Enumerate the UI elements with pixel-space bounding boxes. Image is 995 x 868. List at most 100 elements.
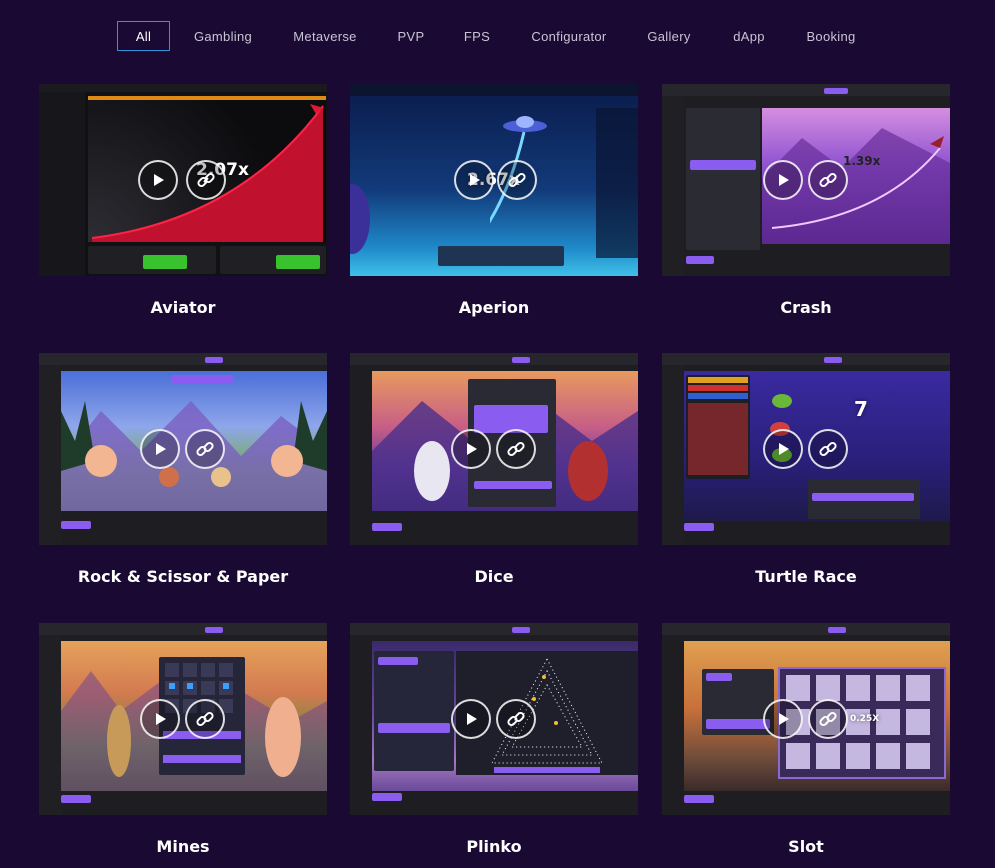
link-icon — [819, 172, 837, 188]
planet — [350, 184, 370, 254]
bet-button[interactable] — [690, 160, 756, 170]
tab-bet[interactable] — [684, 523, 714, 531]
open-link-button[interactable] — [808, 429, 848, 469]
filter-tab-all[interactable]: All — [117, 21, 170, 51]
round-banner — [171, 375, 233, 383]
filter-tab-configurator[interactable]: Configurator — [525, 21, 613, 51]
filter-tab-booking[interactable]: Booking — [801, 21, 861, 51]
header-button[interactable] — [512, 627, 530, 633]
app-sidebar — [39, 635, 61, 815]
tab-bet[interactable] — [686, 256, 714, 264]
link-icon — [196, 441, 214, 457]
game-thumbnail[interactable] — [350, 623, 638, 815]
header-button[interactable] — [205, 627, 223, 633]
mode-tab[interactable] — [378, 657, 418, 665]
header-button[interactable] — [512, 357, 530, 363]
open-link-button[interactable] — [808, 699, 848, 739]
roll-button[interactable] — [474, 481, 552, 489]
open-link-button[interactable] — [496, 699, 536, 739]
game-thumbnail[interactable] — [350, 353, 638, 545]
game-title: Plinko — [466, 837, 522, 856]
game-title: Dice — [474, 567, 514, 586]
play-button[interactable] — [763, 429, 803, 469]
app-header — [350, 623, 638, 635]
link-icon — [507, 711, 525, 727]
game-thumbnail[interactable]: 2.07x — [39, 84, 327, 276]
play-button[interactable] — [763, 699, 803, 739]
open-link-button[interactable] — [808, 160, 848, 200]
open-link-button[interactable] — [186, 160, 226, 200]
tab-bet[interactable] — [372, 523, 402, 531]
filter-tab-pvp[interactable]: PVP — [390, 21, 432, 51]
multiplier-readout: 1.39x — [843, 154, 881, 168]
mode-tab[interactable] — [706, 673, 732, 681]
win-multiplier: 0.25X — [850, 714, 880, 724]
app-sidebar — [39, 92, 85, 276]
game-thumbnail[interactable] — [39, 623, 327, 815]
game-card-aperion: 2.67x Aperion — [350, 84, 638, 317]
filter-tab-gambling[interactable]: Gambling — [188, 21, 258, 51]
play-button[interactable] — [138, 160, 178, 200]
bet-form-panel — [686, 108, 760, 250]
header-button[interactable] — [824, 357, 842, 363]
filter-tab-metaverse[interactable]: Metaverse — [287, 21, 363, 51]
play-button[interactable] — [763, 160, 803, 200]
race-grid — [686, 375, 750, 479]
play-button[interactable] — [140, 429, 180, 469]
header-button[interactable] — [824, 88, 848, 94]
play-icon — [779, 443, 789, 455]
open-link-button[interactable] — [497, 160, 537, 200]
play-icon — [156, 713, 166, 725]
bet-panel-left — [438, 246, 502, 266]
game-thumbnail[interactable]: 7 — [662, 353, 950, 545]
place-bet-button[interactable] — [812, 493, 914, 501]
bet-button-right[interactable] — [276, 255, 320, 269]
app-sidebar — [39, 365, 61, 545]
game-title: Turtle Race — [755, 567, 857, 586]
link-icon — [196, 711, 214, 727]
play-icon — [779, 713, 789, 725]
game-card-crash: 1.39x Crash — [662, 84, 950, 317]
filter-tab-gallery[interactable]: Gallery — [641, 21, 697, 51]
link-icon — [819, 711, 837, 727]
header-button[interactable] — [205, 357, 223, 363]
game-thumbnail[interactable] — [39, 353, 327, 545]
play-button[interactable] — [140, 699, 180, 739]
tab-bet[interactable] — [61, 795, 91, 803]
play-button[interactable] — [454, 160, 494, 200]
game-card-turtle-race: 7 Turtle Race — [662, 353, 950, 586]
play-button[interactable] — [451, 699, 491, 739]
open-link-button[interactable] — [496, 429, 536, 469]
play-icon — [470, 174, 480, 186]
game-thumbnail[interactable]: 2.67x — [350, 84, 638, 276]
app-header — [350, 353, 638, 365]
game-title: Aperion — [458, 298, 530, 317]
app-header — [662, 84, 950, 96]
game-thumbnail[interactable]: 1.39x — [662, 84, 950, 276]
tab-bet[interactable] — [684, 795, 714, 803]
header-button[interactable] — [828, 627, 846, 633]
tab-bet[interactable] — [372, 793, 402, 801]
play-button[interactable] — [451, 429, 491, 469]
play-icon — [467, 713, 477, 725]
play-icon — [779, 174, 789, 186]
filter-tab-dapp[interactable]: dApp — [726, 21, 772, 51]
open-link-button[interactable] — [185, 699, 225, 739]
race-countdown: 7 — [854, 397, 868, 421]
tab-bet[interactable] — [61, 521, 91, 529]
app-header — [662, 353, 950, 365]
play-icon — [156, 443, 166, 455]
game-title: Mines — [156, 837, 210, 856]
app-header — [350, 84, 638, 96]
link-icon — [819, 441, 837, 457]
game-card-mines: Mines — [39, 623, 327, 856]
spin-button[interactable] — [706, 719, 770, 729]
game-thumbnail[interactable]: 0.25X — [662, 623, 950, 815]
bet-button[interactable] — [378, 723, 450, 733]
open-link-button[interactable] — [185, 429, 225, 469]
play-icon — [467, 443, 477, 455]
filter-tab-fps[interactable]: FPS — [459, 21, 495, 51]
app-sidebar — [662, 96, 684, 276]
link-icon — [508, 172, 526, 188]
bet-button-left[interactable] — [143, 255, 187, 269]
